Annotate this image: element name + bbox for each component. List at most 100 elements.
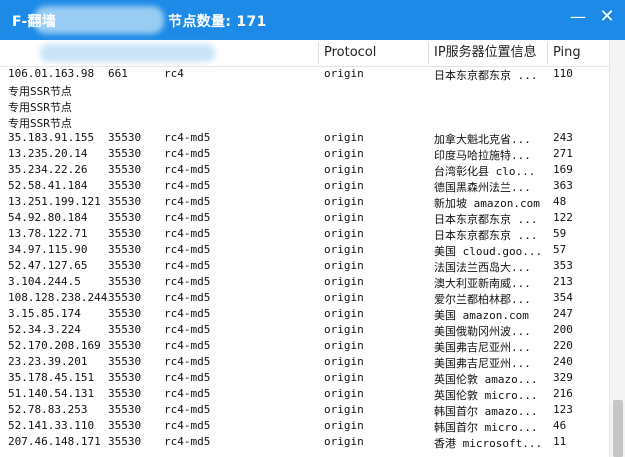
encryption-method: rc4-md5 — [164, 387, 211, 400]
encryption-method: rc4-md5 — [164, 211, 211, 224]
table-row[interactable]: 108.128.238.244 35530 rc4-md5 origin 爱尔兰都柏林郡… — [0, 290, 608, 306]
encryption-method: rc4-md5 — [164, 403, 211, 416]
location-cell: 日本东京都东京 ... — [434, 69, 538, 82]
minimize-button[interactable]: — — [563, 5, 593, 29]
protocol-cell: origin — [324, 211, 364, 224]
table-row[interactable]: 13.78.122.71 35530 rc4-md5 origin 日本东京都东京 ..… — [0, 226, 608, 242]
column-header-location[interactable]: IP服务器位置信息 — [434, 40, 537, 66]
server-port: 35530 — [108, 307, 142, 320]
server-port: 35530 — [108, 355, 142, 368]
location-cell: 韩国首尔 amazo... — [434, 405, 538, 418]
server-ip: 35.178.45.151 — [8, 371, 95, 384]
location-cell: 英国伦敦 amazo... — [434, 373, 538, 386]
ssr-node-label[interactable]: 专用SSR节点 — [0, 114, 608, 130]
title-bar: F-翻墙 节点数量: 171 — ✕ — [0, 0, 625, 40]
encryption-method: rc4-md5 — [164, 307, 211, 320]
column-divider[interactable] — [318, 42, 319, 64]
ping-cell: 213 — [553, 275, 573, 288]
encryption-method: rc4-md5 — [164, 275, 211, 288]
ping-cell: 200 — [553, 323, 573, 336]
table-row[interactable]: 34.97.115.90 35530 rc4-md5 origin 美国 cloud.g… — [0, 242, 608, 258]
encryption-method: rc4-md5 — [164, 259, 211, 272]
table-row[interactable]: 23.23.39.201 35530 rc4-md5 origin 美国弗吉尼亚州...… — [0, 354, 608, 370]
table-row[interactable]: 13.235.20.14 35530 rc4-md5 origin 印度马哈拉施特...… — [0, 146, 608, 162]
encryption-method: rc4-md5 — [164, 323, 211, 336]
server-port: 35530 — [108, 291, 142, 304]
server-port: 35530 — [108, 243, 142, 256]
protocol-cell: origin — [324, 419, 364, 432]
close-icon: ✕ — [599, 6, 615, 27]
table-row[interactable]: 51.140.54.131 35530 rc4-md5 origin 英国伦敦 micr… — [0, 386, 608, 402]
server-port: 35530 — [108, 227, 142, 240]
server-port: 35530 — [108, 163, 142, 176]
table-row[interactable]: 35.234.22.26 35530 rc4-md5 origin 台湾彰化县 clo.… — [0, 162, 608, 178]
table-row[interactable]: 207.46.148.171 35530 rc4-md5 origin 香港 micro… — [0, 434, 608, 450]
location-cell: 韩国首尔 micro... — [434, 421, 538, 434]
ping-cell: 354 — [553, 291, 573, 304]
table-row[interactable]: 52.47.127.65 35530 rc4-md5 origin 法国法兰西岛大...… — [0, 258, 608, 274]
location-cell: 美国 cloud.goo... — [434, 245, 543, 258]
encryption-method: rc4-md5 — [164, 339, 211, 352]
ping-cell: 243 — [553, 131, 573, 144]
location-cell: 台湾彰化县 clo... — [434, 165, 536, 178]
vertical-scrollbar[interactable] — [609, 40, 625, 457]
protocol-cell: origin — [324, 387, 364, 400]
ping-cell: 329 — [553, 371, 573, 384]
location-cell: 英国伦敦 micro... — [434, 389, 538, 402]
table-row[interactable]: 3.15.85.174 35530 rc4-md5 origin 美国 amazon.c… — [0, 306, 608, 322]
table-row[interactable]: 52.170.208.169 35530 rc4-md5 origin 美国弗吉尼亚州.… — [0, 338, 608, 354]
table-row[interactable]: 52.58.41.184 35530 rc4-md5 origin 德国黑森州法兰...… — [0, 178, 608, 194]
encryption-method: rc4-md5 — [164, 147, 211, 160]
server-ip: 207.46.148.171 — [8, 435, 101, 448]
ssr-node-label[interactable]: 专用SSR节点 — [0, 82, 608, 98]
ping-cell: 247 — [553, 307, 573, 320]
table-row[interactable]: 106.01.163.98 661 rc4 origin 日本东京都东京 ... 110 — [0, 66, 608, 82]
encryption-method: rc4-md5 — [164, 163, 211, 176]
column-divider[interactable] — [428, 42, 429, 64]
location-cell: 美国弗吉尼亚州... — [434, 357, 531, 370]
ping-cell: 220 — [553, 339, 573, 352]
ping-cell: 11 — [553, 435, 567, 448]
ping-cell: 123 — [553, 403, 573, 416]
encryption-method: rc4-md5 — [164, 227, 211, 240]
table-row[interactable]: 3.104.244.5 35530 rc4-md5 origin 澳大利亚新南威... 2… — [0, 274, 608, 290]
table-row[interactable]: 13.251.199.121 35530 rc4-md5 origin 新加坡 amaz… — [0, 194, 608, 210]
column-header-ping[interactable]: Ping — [553, 40, 581, 66]
ping-cell: 110 — [553, 67, 573, 80]
location-cell: 新加坡 amazon.com — [434, 197, 540, 210]
server-port: 661 — [108, 67, 128, 80]
location-cell: 美国弗吉尼亚州... — [434, 341, 531, 354]
server-ip: 108.128.238.244 — [8, 291, 108, 304]
ping-cell: 46 — [553, 419, 567, 432]
table-row[interactable]: 54.92.80.184 35530 rc4-md5 origin 日本东京都东京 ..… — [0, 210, 608, 226]
protocol-cell: origin — [324, 355, 364, 368]
table-row[interactable]: 52.78.83.253 35530 rc4-md5 origin 韩国首尔 amazo… — [0, 402, 608, 418]
ping-cell: 169 — [553, 163, 573, 176]
column-divider[interactable] — [547, 42, 548, 64]
server-ip: 51.140.54.131 — [8, 387, 95, 400]
server-ip: 52.170.208.169 — [8, 339, 101, 352]
encryption-method: rc4 — [164, 67, 184, 80]
server-ip: 35.183.91.155 — [8, 131, 95, 144]
scrollbar-thumb[interactable] — [613, 400, 623, 457]
window-title: F-翻墙 节点数量: 171 — [12, 11, 267, 31]
table-row[interactable]: 35.178.45.151 35530 rc4-md5 origin 英国伦敦 amaz… — [0, 370, 608, 386]
table-row[interactable]: 35.183.91.155 35530 rc4-md5 origin 加拿大魁北克省..… — [0, 130, 608, 146]
table-row[interactable]: 52.141.33.110 35530 rc4-md5 origin 韩国首尔 micr… — [0, 418, 608, 434]
table-row[interactable]: 52.34.3.224 35530 rc4-md5 origin 美国俄勒冈州波... 2… — [0, 322, 608, 338]
server-ip: 52.78.83.253 — [8, 403, 88, 416]
close-button[interactable]: ✕ — [592, 5, 622, 29]
server-port: 35530 — [108, 179, 142, 192]
protocol-cell: origin — [324, 259, 364, 272]
ssr-node-label[interactable]: 专用SSR节点 — [0, 98, 608, 114]
server-port: 35530 — [108, 403, 142, 416]
protocol-cell: origin — [324, 179, 364, 192]
protocol-cell: origin — [324, 403, 364, 416]
ssr-node-text: 专用SSR节点 — [8, 85, 72, 98]
ping-cell: 353 — [553, 259, 573, 272]
column-header-protocol[interactable]: Protocol — [324, 40, 376, 66]
server-ip: 34.97.115.90 — [8, 243, 88, 256]
protocol-cell: origin — [324, 323, 364, 336]
encryption-method: rc4-md5 — [164, 179, 211, 192]
server-ip: 54.92.80.184 — [8, 211, 88, 224]
